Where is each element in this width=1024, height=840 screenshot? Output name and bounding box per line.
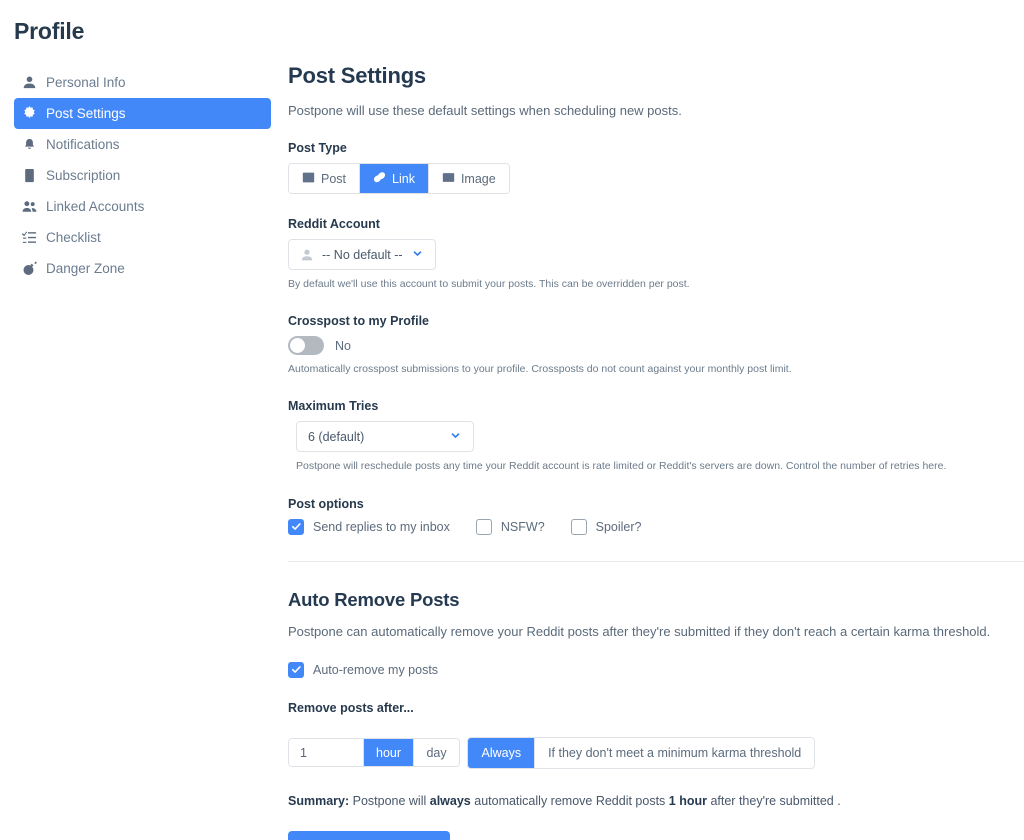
maximum-tries-select[interactable]: 6 (default) bbox=[296, 421, 474, 453]
sidebar-item-checklist[interactable]: Checklist bbox=[14, 222, 271, 253]
summary-part2: automatically remove Reddit posts bbox=[470, 793, 669, 808]
post-type-option-image[interactable]: Image bbox=[428, 164, 509, 193]
sidebar-item-label: Post Settings bbox=[46, 105, 126, 121]
page-title: Profile bbox=[14, 18, 85, 44]
checkbox-send-replies[interactable] bbox=[288, 518, 304, 535]
update-default-settings-button[interactable]: Update Default Settings bbox=[288, 830, 451, 840]
remove-condition-karma-threshold[interactable]: If they don't meet a minimum karma thres… bbox=[535, 737, 815, 768]
chevron-down-icon bbox=[449, 430, 462, 443]
maximum-tries-help: Postpone will reschedule posts any time … bbox=[296, 460, 947, 473]
image-icon bbox=[442, 171, 455, 187]
maximum-tries-value: 6 (default) bbox=[308, 429, 365, 444]
bell-icon bbox=[22, 137, 37, 152]
sidebar-item-post-settings[interactable]: Post Settings bbox=[14, 98, 271, 129]
section-divider bbox=[288, 560, 1024, 562]
post-icon bbox=[302, 171, 315, 187]
crosspost-toggle-row: No bbox=[288, 336, 1024, 356]
list-check-icon bbox=[22, 230, 37, 245]
post-settings-subtitle: Postpone will use these default settings… bbox=[288, 103, 682, 118]
post-option-label: NSFW? bbox=[500, 519, 545, 534]
reddit-account-label: Reddit Account bbox=[288, 217, 380, 231]
summary-text: Summary: Postpone will always automatica… bbox=[288, 794, 1024, 808]
sidebar-item-label: Personal Info bbox=[46, 74, 126, 90]
chevron-down-icon bbox=[411, 248, 424, 261]
post-options-row: Send replies to my inbox NSFW? Spoiler? bbox=[288, 518, 1024, 535]
post-options-label: Post options bbox=[288, 496, 364, 511]
remove-condition-always[interactable]: Always bbox=[468, 737, 536, 768]
post-option-label: Send replies to my inbox bbox=[313, 519, 450, 534]
checkbox-nsfw[interactable] bbox=[475, 518, 492, 535]
post-type-option-link[interactable]: Link bbox=[360, 164, 429, 193]
sidebar-item-subscription[interactable]: Subscription bbox=[14, 160, 271, 191]
gear-icon bbox=[22, 106, 37, 121]
toggle-knob bbox=[290, 338, 305, 354]
summary-bold-condition: always bbox=[429, 793, 471, 808]
sidebar-item-label: Linked Accounts bbox=[46, 198, 145, 214]
remove-after-unit-day[interactable]: day bbox=[413, 739, 460, 767]
post-type-option-post[interactable]: Post bbox=[289, 164, 361, 193]
reddit-account-value: -- No default -- bbox=[322, 247, 403, 262]
post-type-label: Post Type bbox=[288, 141, 347, 155]
remove-after-amount-input[interactable] bbox=[289, 739, 363, 767]
main-content: Post Settings Postpone will use these de… bbox=[285, 0, 1024, 840]
auto-remove-heading: Auto Remove Posts bbox=[288, 588, 460, 610]
summary-prefix: Summary: bbox=[288, 793, 350, 808]
user-icon bbox=[22, 75, 37, 90]
post-type-option-label: Post bbox=[321, 171, 347, 186]
reddit-account-help: By default we'll use this account to sub… bbox=[288, 278, 690, 290]
sidebar-item-danger-zone[interactable]: Danger Zone bbox=[14, 253, 271, 284]
post-settings-heading: Post Settings bbox=[288, 63, 426, 88]
auto-remove-checkbox-label: Auto-remove my posts bbox=[313, 662, 439, 677]
summary-bold-duration: 1 hour bbox=[668, 793, 707, 808]
checkbox-auto-remove[interactable] bbox=[288, 661, 304, 678]
sidebar-item-linked-accounts[interactable]: Linked Accounts bbox=[14, 191, 271, 222]
remove-after-unit-hour[interactable]: hour bbox=[363, 739, 414, 767]
remove-posts-after-label: Remove posts after... bbox=[288, 700, 414, 715]
remove-after-input-group: hour day bbox=[288, 738, 461, 768]
crosspost-state-text: No bbox=[335, 338, 351, 353]
summary-part1: Postpone will bbox=[349, 793, 430, 808]
auto-remove-enable-row: Auto-remove my posts bbox=[288, 661, 1024, 678]
receipt-icon bbox=[22, 168, 37, 183]
remove-condition-segmented-control: Always If they don't meet a minimum karm… bbox=[467, 736, 816, 769]
profile-settings-page: Profile Personal Info Post Settings Noti… bbox=[0, 0, 1024, 840]
avatar-icon bbox=[300, 248, 314, 262]
post-option-label: Spoiler? bbox=[595, 519, 642, 534]
post-type-option-label: Image bbox=[460, 171, 496, 186]
bomb-icon bbox=[22, 261, 37, 276]
sidebar-item-label: Checklist bbox=[46, 229, 101, 245]
maximum-tries-label: Maximum Tries bbox=[288, 399, 379, 414]
post-type-option-label: Link bbox=[392, 171, 415, 186]
auto-remove-subtitle: Postpone can automatically remove your R… bbox=[288, 623, 991, 639]
post-type-segmented-control: Post Link Image bbox=[288, 163, 510, 194]
reddit-account-select[interactable]: -- No default -- bbox=[288, 239, 436, 270]
sidebar-item-label: Subscription bbox=[46, 167, 121, 183]
crosspost-label: Crosspost to my Profile bbox=[288, 314, 429, 329]
sidebar-item-label: Danger Zone bbox=[46, 260, 125, 276]
link-icon bbox=[373, 171, 386, 187]
crosspost-help: Automatically crosspost submissions to y… bbox=[288, 363, 792, 376]
sidebar: Profile Personal Info Post Settings Noti… bbox=[0, 0, 285, 284]
users-icon bbox=[22, 199, 37, 214]
crosspost-toggle[interactable] bbox=[288, 336, 324, 356]
summary-part3: after they're submitted . bbox=[706, 793, 841, 808]
sidebar-item-label: Notifications bbox=[46, 136, 120, 152]
sidebar-item-personal-info[interactable]: Personal Info bbox=[14, 67, 271, 98]
sidebar-nav: Personal Info Post Settings Notification… bbox=[0, 67, 285, 284]
sidebar-item-notifications[interactable]: Notifications bbox=[14, 129, 271, 160]
checkbox-spoiler[interactable] bbox=[570, 518, 587, 535]
